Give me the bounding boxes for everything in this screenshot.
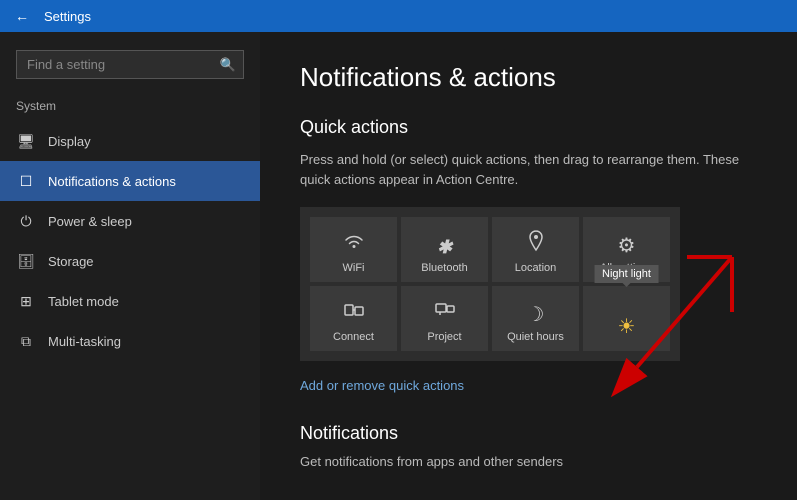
sidebar-item-tablet[interactable]: ⊞ Tablet mode (0, 281, 260, 321)
add-remove-link[interactable]: Add or remove quick actions (300, 378, 464, 393)
sidebar-item-label: Tablet mode (48, 294, 119, 309)
sidebar-item-storage[interactable]: 🗄 Storage (0, 241, 260, 281)
sidebar-item-display[interactable]: 🖥 Display (0, 121, 260, 161)
content-wrapper: Notifications & actions Quick actions Pr… (260, 32, 797, 500)
tablet-icon: ⊞ (16, 291, 36, 311)
power-icon: ⏻ (16, 211, 36, 231)
location-tile-icon (526, 230, 546, 258)
notifications-icon: ☐ (16, 171, 36, 191)
page-title: Notifications & actions (300, 62, 757, 93)
quick-actions-grid: WiFi ✱ Bluetooth Location (300, 207, 680, 361)
quick-actions-desc: Press and hold (or select) quick actions… (300, 150, 757, 189)
connect-tile-icon (343, 299, 365, 327)
notifications-desc: Get notifications from apps and other se… (300, 452, 757, 472)
allsettings-tile-label: All settings (600, 262, 653, 274)
title-bar: ← Settings (0, 0, 797, 32)
qa-tile-nightlight[interactable]: Night light ☀ (583, 286, 670, 351)
bluetooth-tile-icon: ✱ (437, 237, 452, 258)
wifi-tile-icon (343, 230, 365, 258)
sidebar-section-label: System (0, 95, 260, 121)
qa-tile-bluetooth[interactable]: ✱ Bluetooth (401, 217, 488, 282)
sidebar-item-label: Display (48, 134, 91, 149)
sidebar-item-label: Storage (48, 254, 94, 269)
project-tile-icon (434, 299, 456, 327)
qa-tile-quiethours[interactable]: ☽ Quiet hours (492, 286, 579, 351)
main-layout: 🔍 System 🖥 Display ☐ Notifications & act… (0, 32, 797, 500)
qa-tile-wifi[interactable]: WiFi (310, 217, 397, 282)
search-box[interactable]: 🔍 (16, 50, 244, 79)
sidebar-item-label: Multi-tasking (48, 334, 121, 349)
storage-icon: 🗄 (16, 251, 36, 271)
back-button[interactable]: ← (10, 4, 34, 28)
quiethours-tile-icon: ☽ (527, 302, 545, 327)
title-bar-text: Settings (44, 9, 91, 24)
display-icon: 🖥 (16, 131, 36, 151)
sidebar-item-label: Power & sleep (48, 214, 132, 229)
notifications-section: Notifications Get notifications from app… (300, 423, 757, 472)
search-input[interactable] (16, 50, 244, 79)
location-tile-label: Location (515, 262, 557, 274)
multitasking-icon: ⧉ (16, 331, 36, 351)
wifi-tile-label: WiFi (343, 262, 365, 274)
sidebar-item-multitasking[interactable]: ⧉ Multi-tasking (0, 321, 260, 361)
qa-tile-allsettings[interactable]: ⚙ All settings (583, 217, 670, 282)
qa-tile-connect[interactable]: Connect (310, 286, 397, 351)
search-icon: 🔍 (220, 57, 236, 73)
qa-tile-project[interactable]: Project (401, 286, 488, 351)
qa-tile-location[interactable]: Location (492, 217, 579, 282)
bluetooth-tile-label: Bluetooth (421, 262, 467, 274)
sidebar: 🔍 System 🖥 Display ☐ Notifications & act… (0, 32, 260, 500)
allsettings-tile-icon: ⚙ (618, 233, 636, 258)
quick-actions-title: Quick actions (300, 117, 757, 138)
quiethours-tile-label: Quiet hours (507, 331, 564, 343)
notifications-title: Notifications (300, 423, 757, 444)
sidebar-item-notifications[interactable]: ☐ Notifications & actions (0, 161, 260, 201)
project-tile-label: Project (427, 331, 461, 343)
content-area: Notifications & actions Quick actions Pr… (260, 32, 797, 500)
sidebar-item-label: Notifications & actions (48, 174, 176, 189)
nightlight-tile-icon: ☀ (618, 314, 636, 339)
connect-tile-label: Connect (333, 331, 374, 343)
sidebar-item-power[interactable]: ⏻ Power & sleep (0, 201, 260, 241)
